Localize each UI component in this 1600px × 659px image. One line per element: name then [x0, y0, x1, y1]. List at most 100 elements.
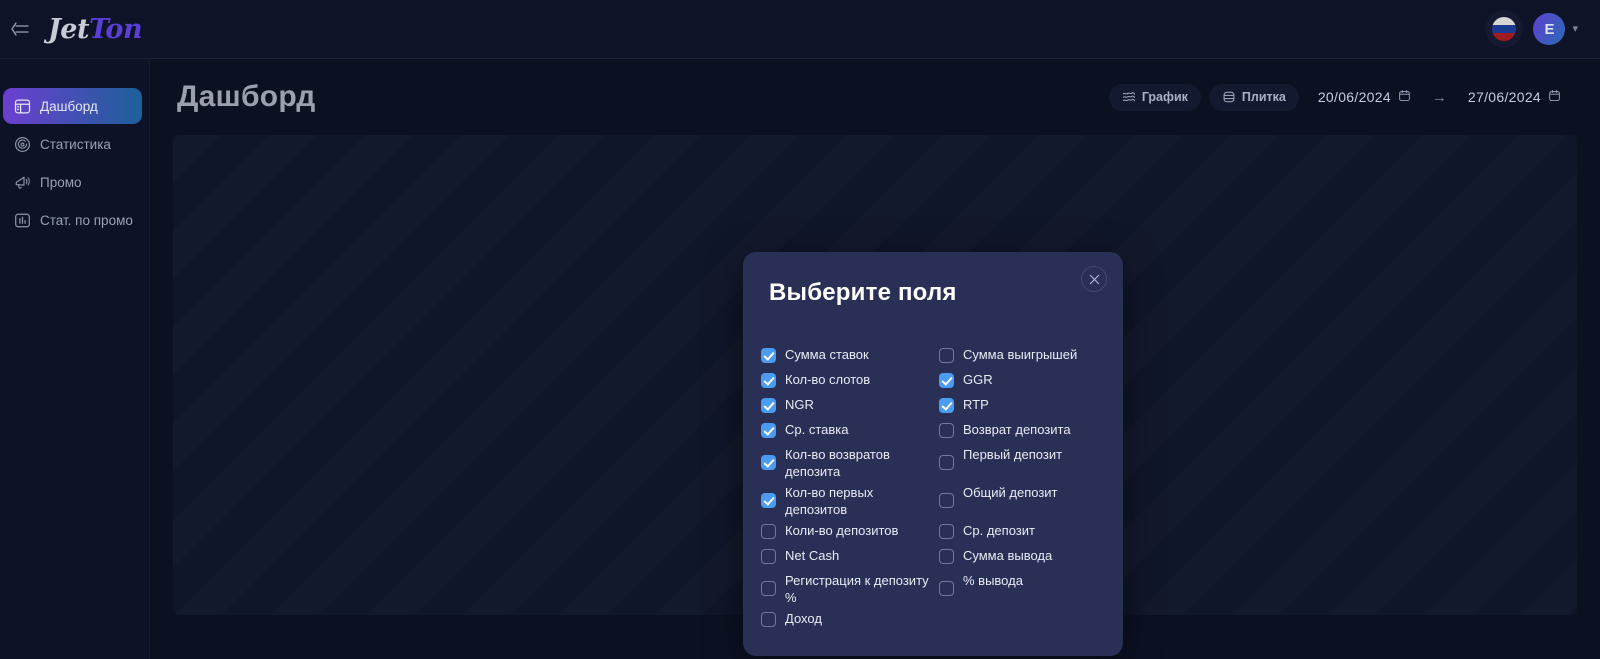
view-toggle-tile-button[interactable]: Плитка: [1208, 83, 1299, 111]
checkbox-checked[interactable]: [761, 455, 776, 470]
checkbox-unchecked[interactable]: [761, 581, 776, 596]
dashboard-icon: [14, 98, 31, 115]
sidebar-item-promo-stats[interactable]: Стат. по промо: [3, 202, 142, 238]
view-toggle-tile-label: Плитка: [1241, 90, 1286, 104]
field-label: Кол-во слотов: [785, 372, 871, 387]
checkbox-unchecked[interactable]: [939, 549, 954, 564]
page-title: Дашборд: [177, 80, 316, 113]
field-checkbox-row[interactable]: Коли-во депозитов: [761, 521, 939, 546]
field-checkbox-row[interactable]: Кол-во первых депозитов: [761, 483, 939, 521]
date-range-start-value: 20/06/2024: [1317, 89, 1391, 105]
field-label: Регистрация к депозиту %: [785, 573, 929, 605]
field-label: NGR: [785, 397, 814, 412]
field-label: Ср. депозит: [963, 523, 1035, 538]
checkbox-unchecked[interactable]: [939, 455, 954, 470]
fields-grid: Сумма ставок Кол-во слотов NGR Ср. ставка Ко…: [761, 345, 1109, 634]
avatar: E: [1533, 13, 1566, 45]
field-checkbox-row[interactable]: Первый депозит: [939, 445, 1109, 483]
field-checkbox-row[interactable]: Сумма вывода: [939, 546, 1109, 571]
date-range-separator: →: [1431, 88, 1447, 106]
top-bar-right-controls: E ▾: [1489, 13, 1600, 45]
field-label: Ср. ставка: [785, 422, 849, 437]
bar-chart-icon: [14, 212, 31, 229]
close-icon[interactable]: [1081, 266, 1107, 292]
logo-text-accent: Ton: [88, 13, 143, 45]
checkbox-checked[interactable]: [761, 348, 776, 363]
field-label: Первый депозит: [963, 447, 1063, 462]
field-checkbox-row[interactable]: Ср. ставка: [761, 420, 939, 445]
field-label: Общий депозит: [963, 485, 1058, 500]
date-range-start[interactable]: 20/06/2024: [1307, 84, 1422, 111]
fields-column-left: Сумма ставок Кол-во слотов NGR Ср. ставка Ко…: [761, 345, 939, 634]
sidebar-item-label: Дашборд: [40, 98, 98, 114]
field-label: % вывода: [963, 573, 1023, 588]
checkbox-checked[interactable]: [939, 398, 954, 413]
checkbox-unchecked[interactable]: [761, 524, 776, 539]
checkbox-unchecked[interactable]: [761, 549, 776, 564]
field-label: GGR: [963, 372, 993, 387]
field-checkbox-row[interactable]: Ср. депозит: [939, 521, 1109, 546]
field-label: Net Cash: [785, 548, 840, 563]
field-checkbox-row[interactable]: Кол-во слотов: [761, 370, 939, 395]
user-menu[interactable]: E ▾: [1533, 13, 1578, 45]
checkbox-unchecked[interactable]: [939, 493, 954, 508]
statistics-icon: [14, 136, 31, 153]
logo-text-primary: Jet: [48, 13, 89, 45]
checkbox-checked[interactable]: [761, 398, 776, 413]
field-checkbox-row[interactable]: GGR: [939, 370, 1109, 395]
sidebar-item-statistics[interactable]: Статистика: [3, 126, 142, 162]
date-range-end[interactable]: 27/06/2024: [1457, 84, 1572, 111]
field-label: Кол-во первых депозитов: [785, 485, 874, 517]
field-checkbox-row[interactable]: Общий депозит: [939, 483, 1109, 521]
checkbox-checked[interactable]: [761, 373, 776, 388]
flag-graphic: [1492, 17, 1517, 41]
field-label: Возврат депозита: [963, 422, 1071, 437]
language-selector-russia-flag-icon[interactable]: [1489, 14, 1520, 44]
chevron-down-icon: ▾: [1572, 22, 1578, 35]
app-logo[interactable]: JetTon: [48, 13, 143, 45]
promo-megaphone-icon: [14, 174, 31, 191]
field-checkbox-row[interactable]: Доход: [761, 609, 939, 634]
calendar-icon: [1548, 89, 1561, 105]
checkbox-checked[interactable]: [939, 373, 954, 388]
field-checkbox-row[interactable]: RTP: [939, 395, 1109, 420]
select-fields-dialog: Выберите поля Сумма ставок Кол-во слотов N…: [743, 252, 1123, 656]
checkbox-unchecked[interactable]: [939, 581, 954, 596]
sidebar-item-label: Стат. по промо: [40, 212, 133, 228]
field-checkbox-row[interactable]: Возврат депозита: [939, 420, 1109, 445]
main-content: Дашборд График Плитка 20/06/2024 → 27/06…: [150, 59, 1600, 659]
field-label: Сумма ставок: [785, 347, 869, 362]
checkbox-unchecked[interactable]: [761, 612, 776, 627]
field-checkbox-row[interactable]: Кол-во возвратов депозита: [761, 445, 939, 483]
sidebar-item-dashboard[interactable]: Дашборд: [3, 88, 142, 124]
field-checkbox-row[interactable]: % вывода: [939, 571, 1109, 609]
field-checkbox-row[interactable]: NGR: [761, 395, 939, 420]
sidebar-item-label: Промо: [40, 174, 82, 190]
dialog-title: Выберите поля: [769, 279, 957, 306]
sidebar-item-label: Статистика: [40, 136, 111, 152]
checkbox-unchecked[interactable]: [939, 348, 954, 363]
field-label: Доход: [785, 611, 822, 626]
field-label: Коли-во депозитов: [785, 523, 899, 538]
field-label: Сумма вывода: [963, 548, 1053, 563]
field-label: RTP: [963, 397, 989, 412]
field-checkbox-row[interactable]: Регистрация к депозиту %: [761, 571, 939, 609]
tile-stack-icon: [1222, 90, 1236, 104]
checkbox-unchecked[interactable]: [939, 423, 954, 438]
collapse-sidebar-icon[interactable]: [0, 9, 40, 49]
checkbox-unchecked[interactable]: [939, 524, 954, 539]
sidebar: Дашборд Статистика Промо Стат. по промо: [0, 59, 150, 659]
page-header-tools: График Плитка 20/06/2024 → 27/06/2024: [1108, 83, 1600, 111]
field-checkbox-row[interactable]: Сумма выигрышей: [939, 345, 1109, 370]
sidebar-item-promo[interactable]: Промо: [3, 164, 142, 200]
app-root: JetTon E ▾ Дашборд Статистика Промо Стат…: [0, 0, 1600, 659]
field-checkbox-row[interactable]: Net Cash: [761, 546, 939, 571]
checkbox-checked[interactable]: [761, 423, 776, 438]
wave-chart-icon: [1122, 90, 1136, 104]
field-checkbox-row[interactable]: Сумма ставок: [761, 345, 939, 370]
field-label: Сумма выигрышей: [963, 347, 1078, 362]
top-bar: JetTon E ▾: [0, 0, 1600, 59]
fields-column-right: Сумма выигрышей GGR RTP Возврат депозита Пер…: [939, 345, 1109, 634]
view-toggle-chart-button[interactable]: График: [1108, 83, 1201, 111]
checkbox-checked[interactable]: [761, 493, 776, 508]
